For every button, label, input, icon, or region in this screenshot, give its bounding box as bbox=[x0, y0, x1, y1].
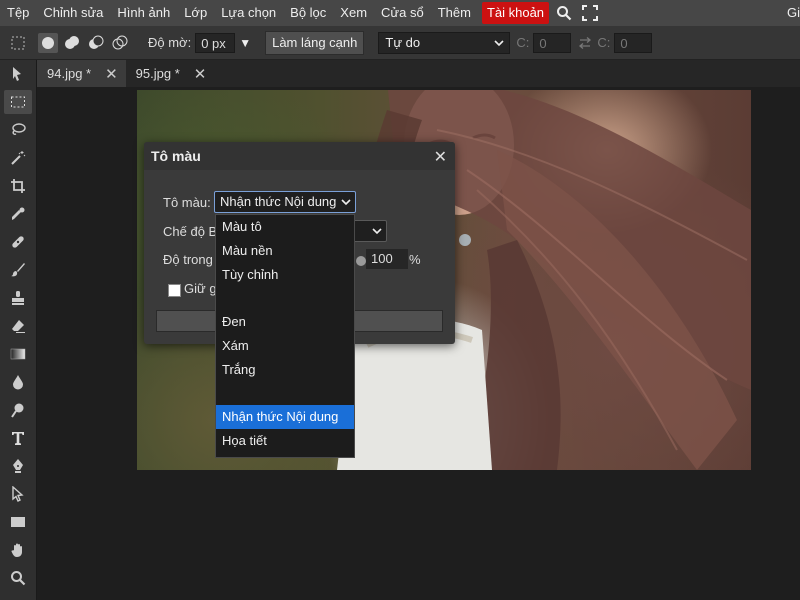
new-selection-icon[interactable] bbox=[38, 32, 58, 53]
menu-edit[interactable]: Chỉnh sửa bbox=[36, 0, 110, 26]
options-bar: Độ mờ: 0 px ▼ Làm láng cạnh Tự do C: 0 C… bbox=[0, 26, 800, 60]
fill-label: Tô màu: bbox=[163, 195, 211, 210]
height-input[interactable]: 0 bbox=[614, 32, 653, 53]
menu-layer[interactable]: Lớp bbox=[177, 0, 214, 26]
opacity-slider-handle[interactable] bbox=[356, 256, 366, 266]
crop-icon[interactable] bbox=[4, 174, 32, 198]
chevron-down-icon bbox=[372, 221, 382, 247]
option-separator bbox=[216, 382, 354, 405]
antialias-button[interactable]: Làm láng cạnh bbox=[265, 30, 365, 55]
menu-filter[interactable]: Bộ lọc bbox=[283, 0, 333, 26]
account-button[interactable]: Tài khoản bbox=[481, 2, 550, 24]
style-select-value: Tự do bbox=[385, 34, 421, 50]
tools-panel bbox=[0, 60, 37, 600]
brush-icon[interactable] bbox=[4, 258, 32, 282]
lasso-icon[interactable] bbox=[4, 118, 32, 142]
menu-bar: Tệp Chỉnh sửa Hình ảnh Lớp Lựa chọn Bộ l… bbox=[0, 0, 800, 26]
fill-select[interactable]: Nhận thức Nội dung bbox=[214, 191, 356, 213]
option-white[interactable]: Trắng bbox=[216, 358, 354, 382]
close-icon[interactable]: ✕ bbox=[194, 65, 207, 83]
document-tabs: 94.jpg * ✕ 95.jpg * ✕ bbox=[37, 60, 800, 87]
option-black[interactable]: Đen bbox=[216, 310, 354, 334]
gradient-icon[interactable] bbox=[4, 342, 32, 366]
style-select[interactable]: Tự do bbox=[378, 31, 511, 54]
menu-more[interactable]: Thêm bbox=[431, 0, 478, 26]
search-icon[interactable] bbox=[553, 2, 575, 24]
menu-cut-text[interactable]: Gi bbox=[787, 0, 800, 26]
fullscreen-icon[interactable] bbox=[579, 2, 601, 24]
dodge-icon[interactable] bbox=[4, 398, 32, 422]
type-icon[interactable] bbox=[4, 426, 32, 450]
marquee-icon[interactable] bbox=[4, 90, 32, 114]
preserve-checkbox[interactable] bbox=[168, 284, 181, 297]
pen-icon[interactable] bbox=[4, 454, 32, 478]
height-label: C: bbox=[597, 35, 611, 50]
magic-wand-icon[interactable] bbox=[4, 146, 32, 170]
stamp-icon[interactable] bbox=[4, 286, 32, 310]
subtract-selection-icon[interactable] bbox=[86, 33, 106, 53]
option-content-aware[interactable]: Nhận thức Nội dung bbox=[216, 405, 354, 429]
dialog-title: Tô màu bbox=[144, 142, 455, 170]
opacity-unit: % bbox=[409, 252, 421, 267]
feather-dropdown-icon[interactable]: ▼ bbox=[239, 36, 251, 50]
option-separator bbox=[216, 287, 354, 310]
shape-icon[interactable] bbox=[4, 510, 32, 534]
zoom-icon[interactable] bbox=[4, 566, 32, 590]
hand-icon[interactable] bbox=[4, 538, 32, 562]
option-foreground[interactable]: Màu tô bbox=[216, 215, 354, 239]
feather-input[interactable]: 0 px bbox=[195, 32, 236, 53]
intersect-selection-icon[interactable] bbox=[110, 33, 130, 53]
option-pattern[interactable]: Họa tiết bbox=[216, 429, 354, 453]
width-input[interactable]: 0 bbox=[533, 32, 572, 53]
menu-image[interactable]: Hình ảnh bbox=[110, 0, 177, 26]
swap-icon[interactable] bbox=[575, 33, 595, 53]
fill-dropdown-list: Màu tô Màu nền Tùy chỉnh Đen Xám Trắng N… bbox=[215, 214, 355, 458]
menu-select[interactable]: Lựa chọn bbox=[214, 0, 283, 26]
tab-label: 95.jpg * bbox=[135, 66, 180, 81]
menu-window[interactable]: Cửa sổ bbox=[374, 0, 431, 26]
path-select-icon[interactable] bbox=[4, 482, 32, 506]
feather-label: Độ mờ: bbox=[148, 35, 192, 50]
selection-mode-icon[interactable] bbox=[8, 33, 28, 53]
opacity-label: Độ trong bbox=[163, 252, 213, 267]
blur-icon[interactable] bbox=[4, 370, 32, 394]
close-icon[interactable]: ✕ bbox=[434, 147, 447, 167]
width-label: C: bbox=[516, 35, 530, 50]
eyedropper-icon[interactable] bbox=[4, 202, 32, 226]
tab-95[interactable]: 95.jpg * ✕ bbox=[126, 60, 215, 87]
opacity-input[interactable]: 100 bbox=[366, 249, 408, 269]
eraser-icon[interactable] bbox=[4, 314, 32, 338]
menu-file[interactable]: Tệp bbox=[0, 0, 36, 26]
chevron-down-icon bbox=[494, 33, 504, 59]
option-gray[interactable]: Xám bbox=[216, 334, 354, 358]
blend-mode-label: Chế độ B bbox=[163, 224, 218, 239]
close-icon[interactable]: ✕ bbox=[105, 65, 118, 83]
tab-94[interactable]: 94.jpg * ✕ bbox=[37, 60, 126, 87]
option-custom[interactable]: Tùy chỉnh bbox=[216, 263, 354, 287]
tab-label: 94.jpg * bbox=[47, 66, 92, 81]
healing-icon[interactable] bbox=[4, 230, 32, 254]
preserve-label: Giữ g bbox=[184, 281, 217, 296]
option-background[interactable]: Màu nền bbox=[216, 239, 354, 263]
add-selection-icon[interactable] bbox=[62, 33, 82, 53]
fill-select-value: Nhận thức Nội dung bbox=[220, 194, 337, 209]
move-icon[interactable] bbox=[4, 62, 32, 86]
menu-view[interactable]: Xem bbox=[333, 0, 374, 26]
